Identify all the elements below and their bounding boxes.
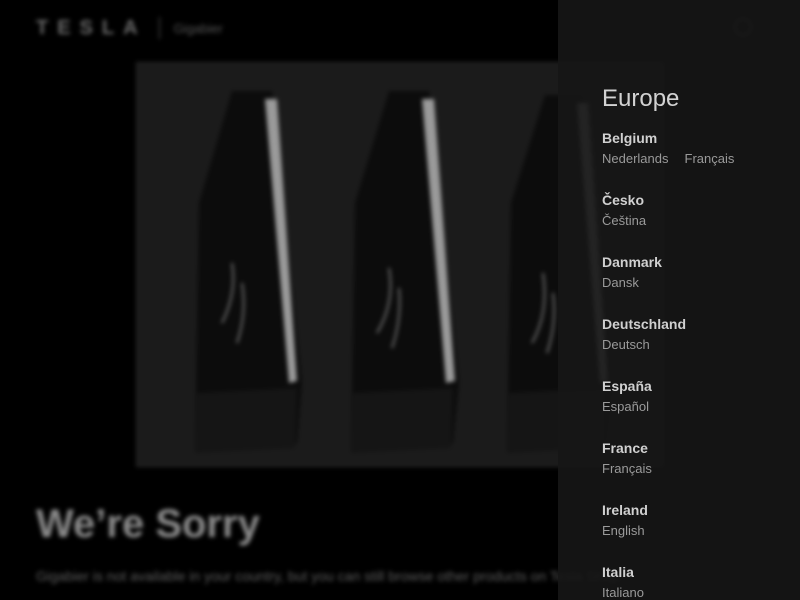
country-item: Italia Italiano bbox=[602, 562, 750, 600]
language-link[interactable]: Français bbox=[602, 460, 652, 478]
country-name: Ireland bbox=[602, 502, 648, 518]
country-item: France Français bbox=[602, 438, 750, 500]
country-name: Deutschland bbox=[602, 316, 687, 332]
brand-divider bbox=[158, 17, 160, 39]
language-link[interactable]: Français bbox=[685, 150, 735, 168]
country-item: Danmark Dansk bbox=[602, 252, 750, 314]
country-item: Česko Čeština bbox=[602, 190, 750, 252]
language-link[interactable]: Dansk bbox=[602, 274, 639, 292]
language-link[interactable]: Español bbox=[602, 398, 649, 416]
language-link[interactable]: English bbox=[602, 522, 645, 540]
country-list: Belgium Nederlands Français Česko Češtin… bbox=[602, 128, 750, 600]
product-name: Gigabier bbox=[173, 20, 223, 36]
page: TESLA Gigabier We’re Sorry Gigabier is n… bbox=[0, 0, 800, 600]
country-item: Ireland English bbox=[602, 500, 750, 562]
language-links: Čeština bbox=[602, 212, 750, 230]
sorry-message: Gigabier is not available in your countr… bbox=[36, 568, 624, 584]
language-links: Deutsch bbox=[602, 336, 750, 354]
language-link[interactable]: Nederlands bbox=[602, 150, 669, 168]
sorry-title: We’re Sorry bbox=[36, 502, 260, 546]
country-item: Belgium Nederlands Français bbox=[602, 128, 750, 190]
country-name: France bbox=[602, 440, 648, 456]
language-links: English bbox=[602, 522, 750, 540]
country-name: Italia bbox=[602, 564, 634, 580]
country-item: España Español bbox=[602, 376, 750, 438]
country-name: Belgium bbox=[602, 130, 658, 146]
country-name: España bbox=[602, 378, 652, 394]
header: TESLA Gigabier bbox=[36, 14, 223, 42]
language-links: Italiano bbox=[602, 584, 750, 600]
country-item: Deutschland Deutsch bbox=[602, 314, 750, 376]
tesla-logo[interactable]: TESLA bbox=[36, 17, 147, 40]
language-links: Français bbox=[602, 460, 750, 478]
language-links: Dansk bbox=[602, 274, 750, 292]
language-link[interactable]: Deutsch bbox=[602, 336, 650, 354]
language-link[interactable]: Čeština bbox=[602, 212, 646, 230]
country-name: Danmark bbox=[602, 254, 662, 270]
country-name: Česko bbox=[602, 192, 645, 208]
language-links: Español bbox=[602, 398, 750, 416]
region-title: Europe bbox=[602, 85, 680, 112]
region-selector-panel: Europe Belgium Nederlands Français Česko… bbox=[558, 0, 800, 600]
language-links: Nederlands Français bbox=[602, 150, 750, 168]
language-link[interactable]: Italiano bbox=[602, 584, 644, 600]
